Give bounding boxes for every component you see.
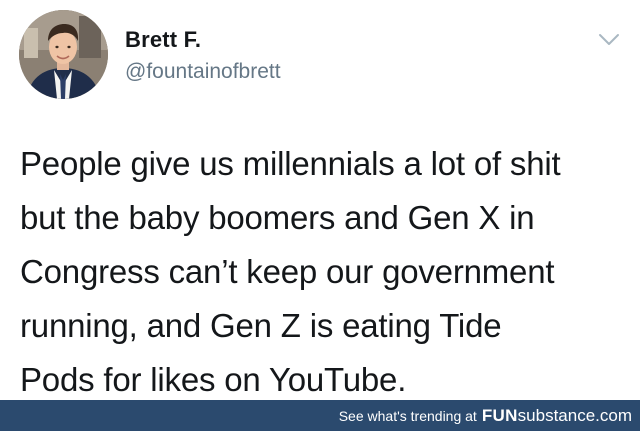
tweet-text-line: running, and Gen Z is eating Tide: [20, 307, 502, 344]
watermark-footer: See what's trending at FUN substance .co…: [0, 400, 640, 431]
avatar[interactable]: [19, 10, 108, 99]
footer-link[interactable]: See what's trending at FUN substance .co…: [339, 406, 640, 426]
tweet-text-line: but the baby boomers and Gen X in: [20, 199, 535, 236]
tweet-card: Brett F. @fountainofbrett People give us…: [0, 0, 640, 400]
user-handle[interactable]: @fountainofbrett: [125, 60, 281, 84]
footer-brand-fun: FUN: [481, 405, 518, 425]
avatar-photo: [19, 10, 108, 99]
tweet-text-line: Pods for likes on YouTube.: [20, 361, 407, 398]
tweet-text-line: Congress can’t keep our government: [20, 253, 555, 290]
footer-trending-text: See what's trending at: [338, 407, 477, 424]
tweet-text: People give us millennials a lot of shit…: [20, 137, 628, 407]
tweet-text-line: People give us millennials a lot of shit: [20, 145, 561, 182]
display-name[interactable]: Brett F.: [125, 27, 201, 53]
chevron-down-icon[interactable]: [598, 32, 620, 48]
footer-brand-substance: substance: [517, 405, 596, 425]
footer-brand-domain: .com: [595, 405, 632, 425]
